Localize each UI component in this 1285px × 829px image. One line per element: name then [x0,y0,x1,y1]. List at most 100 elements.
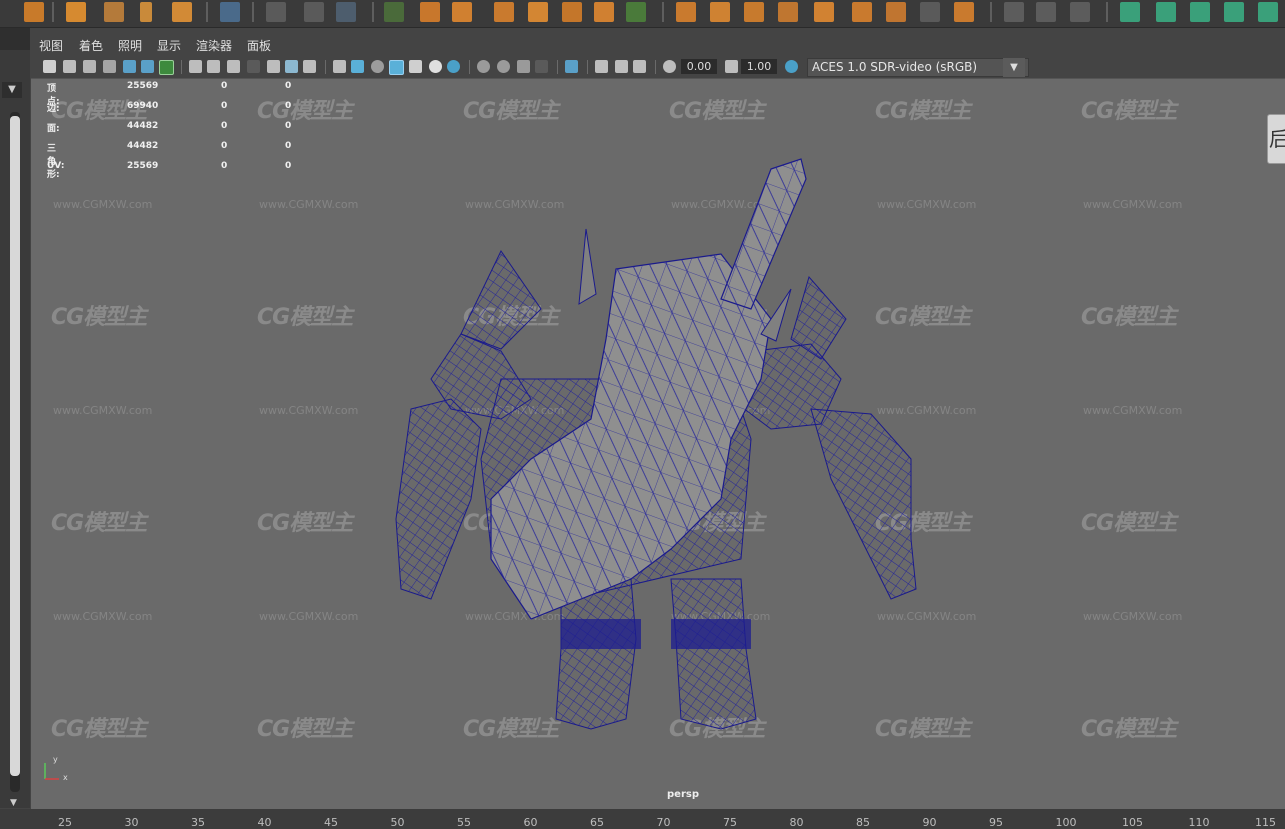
shelf-icon-11[interactable] [594,2,614,22]
screen-space-ao-icon[interactable] [477,60,490,73]
scrollbar-thumb[interactable] [10,116,20,776]
shadows-icon[interactable] [447,60,460,73]
pencil-icon[interactable] [159,60,174,75]
axis-y-label: y [53,755,58,764]
shelf-icon-21[interactable] [954,2,974,22]
field-chart-icon[interactable] [267,60,280,73]
menu-shading[interactable]: 着色 [79,37,103,54]
shelf-icon-3[interactable] [104,2,124,22]
color-management-icon[interactable] [785,60,798,73]
film-gate-icon[interactable] [207,60,220,73]
shelf-icon-14[interactable] [710,2,730,22]
shelf-icon-23[interactable] [1070,2,1090,22]
shelf-icon-20[interactable] [920,2,940,22]
gutter-header [0,28,30,50]
lights-icon[interactable] [429,60,442,73]
shelf-icon-5[interactable] [384,2,404,22]
shelf-icon-1[interactable] [24,2,44,22]
grid-toggle-icon[interactable] [189,60,202,73]
scrollbar[interactable] [10,112,20,792]
timeline-tick: 80 [789,816,804,829]
pen-icon[interactable] [1004,2,1024,22]
wireframe-on-shaded-icon[interactable] [389,60,404,75]
grease-pencil-icon[interactable] [141,60,154,73]
exposure-icon[interactable] [663,60,676,73]
side-tab[interactable]: 后 [1267,114,1285,164]
shelf-icon-8[interactable] [494,2,514,22]
shelf-icon-2[interactable] [66,2,86,22]
shelf-icon-22[interactable] [1036,2,1056,22]
chevron-down-icon[interactable]: ▼ [2,82,22,98]
default-material-icon[interactable] [371,60,384,73]
coords-icon[interactable] [336,2,356,22]
multisample-aa-icon[interactable] [517,60,530,73]
xray-joints-icon[interactable] [633,60,646,73]
3d-viewport[interactable]: 顶点: 25569 0 0 边: 69940 0 0 面: 44482 0 0 三角形: 44482 0 0 U… [31,78,1285,809]
timeline-tick: 55 [457,816,471,829]
panel-toolbar: 0.00 1.00 ACES 1.0 SDR-video (sRGB) ▼ [31,56,1285,78]
camera-icon[interactable] [43,60,56,73]
shelf-icon-12[interactable] [626,2,646,22]
safe-title-icon[interactable] [303,60,316,73]
exposure-field[interactable]: 0.00 [681,59,717,74]
shelf-icon-18[interactable] [852,2,872,22]
shelf-icon-9[interactable] [528,2,548,22]
shelf-icon-15[interactable] [744,2,764,22]
camera-attr-icon[interactable] [63,60,76,73]
toolbar-separator [325,60,326,74]
safe-action-icon[interactable] [285,60,298,73]
timeline-tick: 40 [257,816,272,829]
shelf-icon-10[interactable] [562,2,582,22]
shelf-icon-16[interactable] [778,2,798,22]
timeline-tick: 35 [191,816,205,829]
shelf-icon-13[interactable] [676,2,696,22]
gamma-field[interactable]: 1.00 [741,59,777,74]
shelf-separator [372,2,374,22]
scroll-down-arrow-icon[interactable]: ▼ [10,798,17,808]
grid-icon[interactable] [220,2,240,22]
bookmark-icon[interactable] [83,60,96,73]
shelf-icon-25[interactable] [1156,2,1176,22]
menu-lighting[interactable]: 照明 [118,37,142,54]
shelf-icon-19[interactable] [886,2,906,22]
shelf-icon-28[interactable] [1258,2,1278,22]
time-slider[interactable]: 25 30 35 40 45 50 55 60 65 70 75 80 85 90 95 100 105 110 1… [0,809,1285,829]
timeline-tick: 45 [324,816,338,829]
depth-of-field-icon[interactable] [535,60,548,73]
shelf-icon-6[interactable] [420,2,440,22]
resolution-gate-icon[interactable] [227,60,240,73]
wireframe-icon[interactable] [333,60,346,73]
shelf-icon-7[interactable] [452,2,472,22]
menu-renderer[interactable]: 渲染器 [196,37,232,54]
image-plane-icon[interactable] [103,60,116,73]
magnify-icon[interactable] [266,2,286,22]
gate-mask-icon[interactable] [247,60,260,73]
menu-view[interactable]: 视图 [39,37,63,54]
color-space-select[interactable]: ACES 1.0 SDR-video (sRGB) [807,58,1029,77]
shelf-icon-4[interactable] [140,2,152,22]
chevron-down-icon[interactable]: ▼ [1003,58,1025,77]
timeline-tick: 60 [523,816,538,829]
menu-panels[interactable]: 面板 [247,37,271,54]
shelf-icon-27[interactable] [1224,2,1244,22]
shelf-icon-17[interactable] [814,2,834,22]
menu-show[interactable]: 显示 [157,37,181,54]
axis-x-label: x [63,773,68,782]
timeline-tick: 65 [590,816,604,829]
shelf-icon-26[interactable] [1190,2,1210,22]
xray-icon[interactable] [595,60,608,73]
2d-pan-icon[interactable] [123,60,136,73]
motion-blur-icon[interactable] [497,60,510,73]
isolate-select-icon[interactable] [565,60,578,73]
panel-menubar: 视图 着色 照明 显示 渲染器 面板 [31,34,1285,56]
transform-icon[interactable] [304,2,324,22]
svg-icon[interactable] [172,2,192,22]
gamma-icon[interactable] [725,60,738,73]
timeline-tick: 110 [1188,816,1210,829]
timeline-tick: 115 [1255,816,1276,829]
smooth-shade-icon[interactable] [351,60,364,73]
xray-active-icon[interactable] [615,60,628,73]
shelf-icon-24[interactable] [1120,2,1140,22]
textured-icon[interactable] [409,60,422,73]
timeline-tick: 90 [922,816,937,829]
